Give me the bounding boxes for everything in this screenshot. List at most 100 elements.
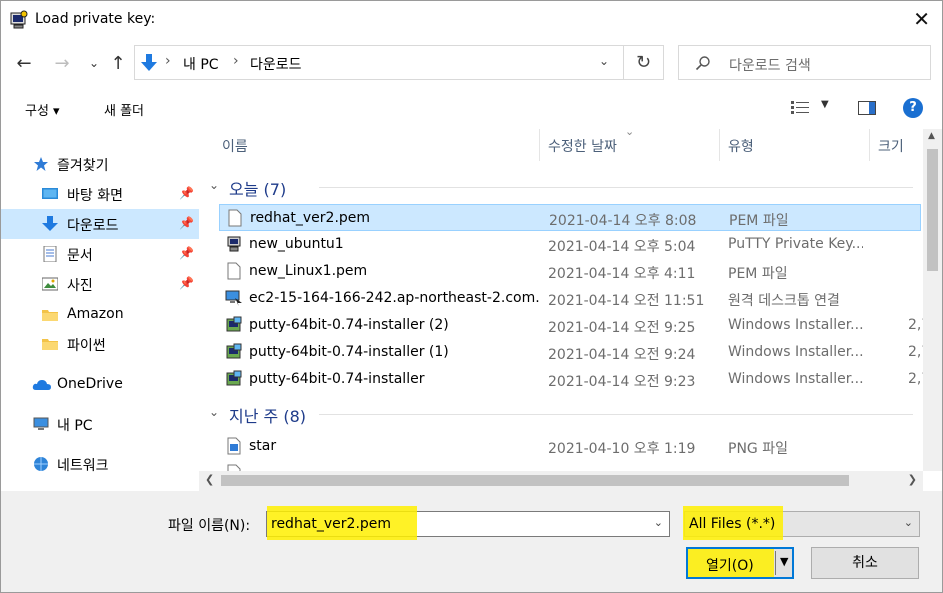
remote-desktop-icon (225, 290, 242, 306)
sidebar-item-network[interactable]: 네트워크 (1, 449, 199, 479)
up-icon[interactable]: ↑ (107, 53, 129, 74)
collapse-chevron-icon[interactable]: ⌄ (209, 405, 219, 419)
view-options-icon[interactable] (791, 101, 811, 115)
sidebar-item-desktop[interactable]: 바탕 화면 📌 (1, 179, 199, 209)
file-icon (228, 209, 242, 227)
recent-locations-chevron-icon[interactable]: ⌄ (83, 56, 105, 70)
vertical-scrollbar[interactable]: ▲ (923, 129, 942, 471)
folder-icon (42, 310, 58, 321)
file-name: redhat_ver2.pem (250, 210, 371, 226)
search-box[interactable]: 다운로드 검색 (678, 45, 931, 80)
file-date: 2021-04-14 오후 4:11 (548, 266, 696, 282)
scroll-left-icon[interactable]: ❮ (205, 473, 214, 486)
sidebar-item-pictures[interactable]: 사진 📌 (1, 269, 199, 299)
file-row[interactable]: ec2-15-164-166-242.ap-northeast-2.com...… (219, 285, 921, 312)
toolbar: 구성 ▾ 새 폴더 ▼ ? (1, 89, 942, 127)
sidebar-item-amazon[interactable]: Amazon (1, 300, 199, 330)
new-folder-button[interactable]: 새 폴더 (104, 100, 144, 119)
group-label: 지난 주 (8) (229, 407, 306, 426)
close-icon[interactable]: ✕ (913, 7, 930, 31)
file-row[interactable]: new_ubuntu1 2021-04-14 오후 5:04 PuTTY Pri… (219, 231, 921, 258)
search-icon (695, 56, 710, 71)
file-size: 2,7 (908, 317, 923, 333)
sidebar-item-label: 바탕 화면 (67, 188, 123, 204)
group-header-last-week[interactable]: ⌄ 지난 주 (8) (209, 401, 913, 427)
column-divider[interactable] (869, 129, 870, 161)
navigation-pane: 즐겨찾기 바탕 화면 📌 다운로드 📌 문서 📌 사진 📌 Amazon 파이썬… (1, 129, 199, 491)
file-date: 2021-04-10 오후 1:19 (548, 441, 696, 457)
file-date: 2021-04-14 오전 9:25 (548, 320, 696, 336)
file-row[interactable]: putty-64bit-0.74-installer (2) 2021-04-1… (219, 312, 923, 339)
column-header-size[interactable]: 크기 (878, 129, 904, 161)
sidebar-item-label: 문서 (67, 248, 93, 264)
scroll-right-icon[interactable]: ❯ (908, 473, 917, 486)
group-header-today[interactable]: ⌄ 오늘 (7) (209, 174, 913, 200)
filter-dropdown-icon[interactable]: ⌄ (904, 516, 913, 529)
file-name: putty-64bit-0.74-installer (1) (249, 344, 449, 360)
horizontal-scroll-thumb[interactable] (221, 475, 849, 486)
file-name: new_Linux1.pem (249, 263, 368, 279)
column-header-name[interactable]: 이름 (222, 129, 248, 161)
filename-input[interactable]: redhat_ver2.pem ⌄ (266, 506, 670, 540)
pin-icon: 📌 (179, 246, 194, 260)
file-row[interactable]: putty-64bit-0.74-installer (1) 2021-04-1… (219, 339, 923, 366)
scroll-up-icon[interactable]: ▲ (928, 131, 935, 141)
help-icon[interactable]: ? (903, 98, 923, 118)
address-bar[interactable]: › 내 PC › 다운로드 ⌄ (134, 45, 624, 80)
sidebar-item-label: 다운로드 (67, 218, 119, 234)
vertical-scroll-thumb[interactable] (927, 149, 938, 271)
sidebar-item-label: 내 PC (57, 418, 93, 434)
sidebar-item-downloads[interactable]: 다운로드 📌 (1, 209, 199, 239)
column-divider[interactable] (719, 129, 720, 161)
download-arrow-icon (42, 216, 58, 231)
file-size: 2,7 (908, 371, 923, 387)
column-divider[interactable] (539, 129, 540, 161)
picture-icon (42, 277, 58, 291)
filter-value: All Files (*.*) (689, 516, 776, 532)
refresh-button[interactable]: ↻ (624, 45, 664, 80)
file-type: PNG 파일 (728, 441, 788, 457)
sidebar-item-quick-access[interactable]: 즐겨찾기 (1, 149, 199, 179)
sidebar-item-documents[interactable]: 문서 📌 (1, 239, 199, 269)
file-row[interactable]: redhat_ver2.pem 2021-04-14 오후 8:08 PEM 파… (219, 204, 921, 231)
group-label: 오늘 (7) (229, 180, 287, 199)
installer-icon (226, 316, 242, 332)
collapse-chevron-icon[interactable]: ⌄ (209, 178, 219, 192)
file-date: 2021-04-14 오전 9:23 (548, 374, 696, 390)
puttygen-app-icon (10, 10, 28, 29)
column-header-date[interactable]: 수정한 날짜 (548, 129, 617, 161)
file-row[interactable]: star 2021-04-10 오후 1:19 PNG 파일 (219, 433, 921, 460)
sidebar-item-python[interactable]: 파이썬 (1, 329, 199, 359)
pin-icon: 📌 (179, 186, 194, 200)
sidebar-item-this-pc[interactable]: 내 PC (1, 409, 199, 439)
back-icon[interactable]: ← (13, 53, 35, 74)
file-row[interactable]: putty-64bit-0.74-installer 2021-04-14 오전… (219, 366, 923, 393)
file-row[interactable]: new_Linux1.pem 2021-04-14 오후 4:11 PEM 파일 (219, 258, 921, 285)
filename-dropdown-icon[interactable]: ⌄ (654, 516, 663, 529)
file-name: putty-64bit-0.74-installer (2) (249, 317, 449, 333)
putty-icon (227, 236, 241, 252)
cancel-button[interactable]: 취소 (811, 547, 919, 579)
forward-icon[interactable]: → (51, 53, 73, 74)
address-dropdown-icon[interactable]: ⌄ (599, 54, 609, 68)
cloud-icon (32, 380, 51, 390)
open-options-dropdown-icon[interactable]: ▼ (780, 555, 788, 568)
open-button-label: 열기(O) (706, 558, 754, 574)
breadcrumb-this-pc[interactable]: 내 PC (183, 54, 219, 74)
preview-pane-icon[interactable] (858, 101, 876, 115)
computer-icon (33, 417, 49, 430)
breadcrumb-downloads[interactable]: 다운로드 (250, 54, 302, 74)
organize-button[interactable]: 구성 ▾ (25, 100, 60, 119)
file-name: ec2-15-164-166-242.ap-northeast-2.com... (249, 290, 541, 306)
file-type: Windows Installer... (728, 344, 863, 360)
sidebar-item-onedrive[interactable]: OneDrive (1, 370, 199, 400)
horizontal-scrollbar[interactable]: ❮ ❯ (199, 471, 923, 491)
open-button[interactable]: 열기(O) ▼ (686, 547, 794, 579)
file-row-partial[interactable] (219, 460, 921, 471)
file-type-filter[interactable]: All Files (*.*) ⌄ (683, 506, 920, 540)
column-header-type[interactable]: 유형 (728, 129, 754, 161)
file-name: putty-64bit-0.74-installer (249, 371, 425, 387)
breadcrumb-separator-icon: › (165, 53, 171, 69)
desktop-icon (42, 188, 58, 199)
view-dropdown-icon[interactable]: ▼ (821, 99, 829, 110)
